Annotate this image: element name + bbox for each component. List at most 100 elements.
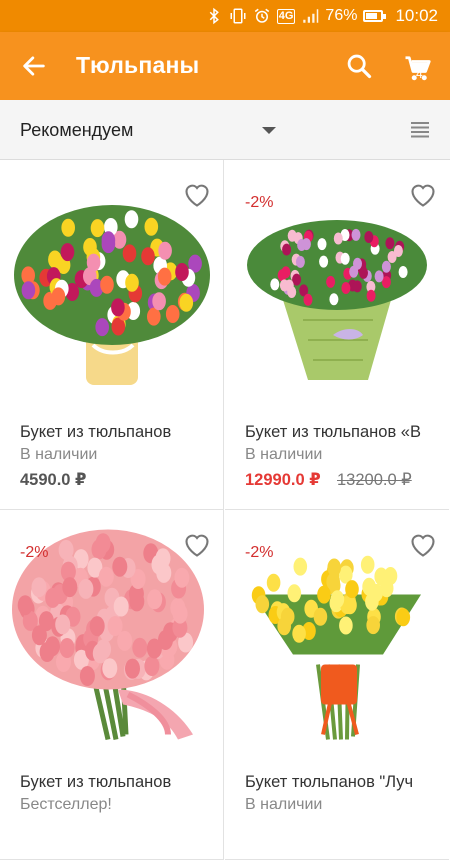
flower-petal xyxy=(179,293,194,312)
sort-dropdown[interactable]: Рекомендуем xyxy=(20,120,133,141)
flower-petal xyxy=(277,269,287,282)
flower-petal xyxy=(287,584,302,603)
flower-petal xyxy=(144,217,159,236)
flower-petal xyxy=(359,266,368,279)
flower-petal xyxy=(313,607,328,626)
status-bar: 4G 76% 10:02 xyxy=(0,0,450,32)
flower-petal xyxy=(366,289,376,302)
flower-petal xyxy=(21,281,36,300)
flower-petal xyxy=(351,228,361,241)
flower-petal xyxy=(364,231,374,243)
flower-petal xyxy=(349,265,359,278)
product-old-price: 13200.0 ₽ xyxy=(337,471,412,489)
product-card[interactable]: -2% Букет из тюльпанов Бестселлер! xyxy=(0,510,224,860)
flower-petal xyxy=(165,305,180,323)
flower-petal xyxy=(38,611,54,632)
discount-badge: -2% xyxy=(245,194,274,211)
heart-icon[interactable] xyxy=(183,532,211,558)
flower-petal xyxy=(280,607,295,626)
flower-petal xyxy=(366,616,380,635)
flower-petal xyxy=(17,595,33,616)
product-card[interactable]: -2% Букет из тюльпанов «В В наличии 1299… xyxy=(225,160,449,510)
product-grid: Букет из тюльпанов В наличии 4590.0 ₽ -2… xyxy=(0,160,450,860)
flower-petal xyxy=(129,591,145,612)
flower-petal xyxy=(174,567,190,588)
flower-petal xyxy=(79,666,95,686)
flower-petal xyxy=(146,638,162,659)
flower-petal xyxy=(292,624,306,643)
clock: 10:02 xyxy=(395,6,438,25)
product-image-tulip-bouquet-pink-white[interactable] xyxy=(233,180,441,395)
flower-petal xyxy=(270,278,280,291)
flower-petal xyxy=(95,533,111,554)
flower-petal xyxy=(172,603,188,624)
flower-petal xyxy=(151,554,167,575)
sort-bar: Рекомендуем xyxy=(0,100,450,160)
back-arrow-icon[interactable] xyxy=(20,52,48,80)
product-card[interactable]: -2% Букет тюльпанов "Луч В наличии xyxy=(225,510,449,860)
flower-petal xyxy=(98,566,114,587)
product-card[interactable]: Букет из тюльпанов В наличии 4590.0 ₽ xyxy=(0,160,224,510)
discount-badge: -2% xyxy=(20,544,49,561)
flower-petal xyxy=(45,636,60,657)
flower-petal xyxy=(340,252,350,265)
product-price: 12990.0 ₽ xyxy=(245,471,321,489)
flower-petal xyxy=(117,630,133,651)
flower-petal xyxy=(147,589,163,610)
flower-petal xyxy=(125,658,140,679)
flower-petal xyxy=(158,241,172,260)
flower-petal xyxy=(51,287,66,306)
flower-petal xyxy=(352,280,362,293)
product-name[interactable]: Букет тюльпанов "Луч xyxy=(245,773,445,792)
flower-petal xyxy=(326,275,336,288)
flower-petal xyxy=(317,238,327,251)
flower-petal xyxy=(329,293,339,306)
flower-petal xyxy=(345,580,359,599)
search-icon[interactable] xyxy=(345,52,373,80)
alarm-icon xyxy=(254,8,269,23)
flower-petal xyxy=(282,243,292,256)
dropdown-caret-icon[interactable] xyxy=(262,127,276,134)
cart-icon[interactable] xyxy=(403,54,433,84)
flower-petal xyxy=(360,555,375,574)
network-4g-icon: 4G xyxy=(276,8,296,24)
product-name[interactable]: Букет из тюльпанов «В xyxy=(245,423,445,442)
product-availability: В наличии xyxy=(20,446,98,463)
product-image-tulip-bouquet-mixed[interactable] xyxy=(8,180,216,395)
product-name[interactable]: Букет из тюльпанов xyxy=(20,773,220,792)
flower-petal xyxy=(58,539,74,560)
flower-petal xyxy=(61,218,75,237)
flower-petal xyxy=(396,608,411,627)
flower-petal xyxy=(90,219,105,238)
flower-petal xyxy=(95,318,109,337)
flower-petal xyxy=(113,596,129,617)
flower-petal xyxy=(111,298,125,317)
flower-petal xyxy=(141,247,155,266)
flower-petal xyxy=(317,585,331,604)
product-availability: В наличии xyxy=(245,446,323,463)
product-name[interactable]: Букет из тюльпанов xyxy=(20,423,220,442)
flower-petal xyxy=(293,557,308,576)
flower-petal xyxy=(31,577,47,598)
heart-icon[interactable] xyxy=(183,182,211,208)
flower-petal xyxy=(398,266,408,278)
heart-icon[interactable] xyxy=(409,532,437,558)
list-view-icon[interactable] xyxy=(410,120,430,140)
vibrate-icon xyxy=(230,8,246,24)
flower-petal xyxy=(369,583,383,602)
flower-petal xyxy=(132,637,148,658)
heart-icon[interactable] xyxy=(409,182,437,208)
product-price: 4590.0 ₽ xyxy=(20,471,87,489)
flower-petal xyxy=(374,270,384,283)
flower-petal xyxy=(96,639,112,660)
status-icons: 4G 76% 10:02 xyxy=(205,5,438,27)
flower-petal xyxy=(341,282,351,294)
flower-petal xyxy=(102,658,118,679)
product-availability: Бестселлер! xyxy=(20,796,112,813)
app-bar: Тюльпаны 4 xyxy=(0,32,450,100)
flower-petal xyxy=(78,578,94,599)
flower-petal xyxy=(101,231,116,250)
flower-petal xyxy=(62,577,78,598)
flower-petal xyxy=(157,267,172,286)
flower-petal xyxy=(152,292,166,311)
